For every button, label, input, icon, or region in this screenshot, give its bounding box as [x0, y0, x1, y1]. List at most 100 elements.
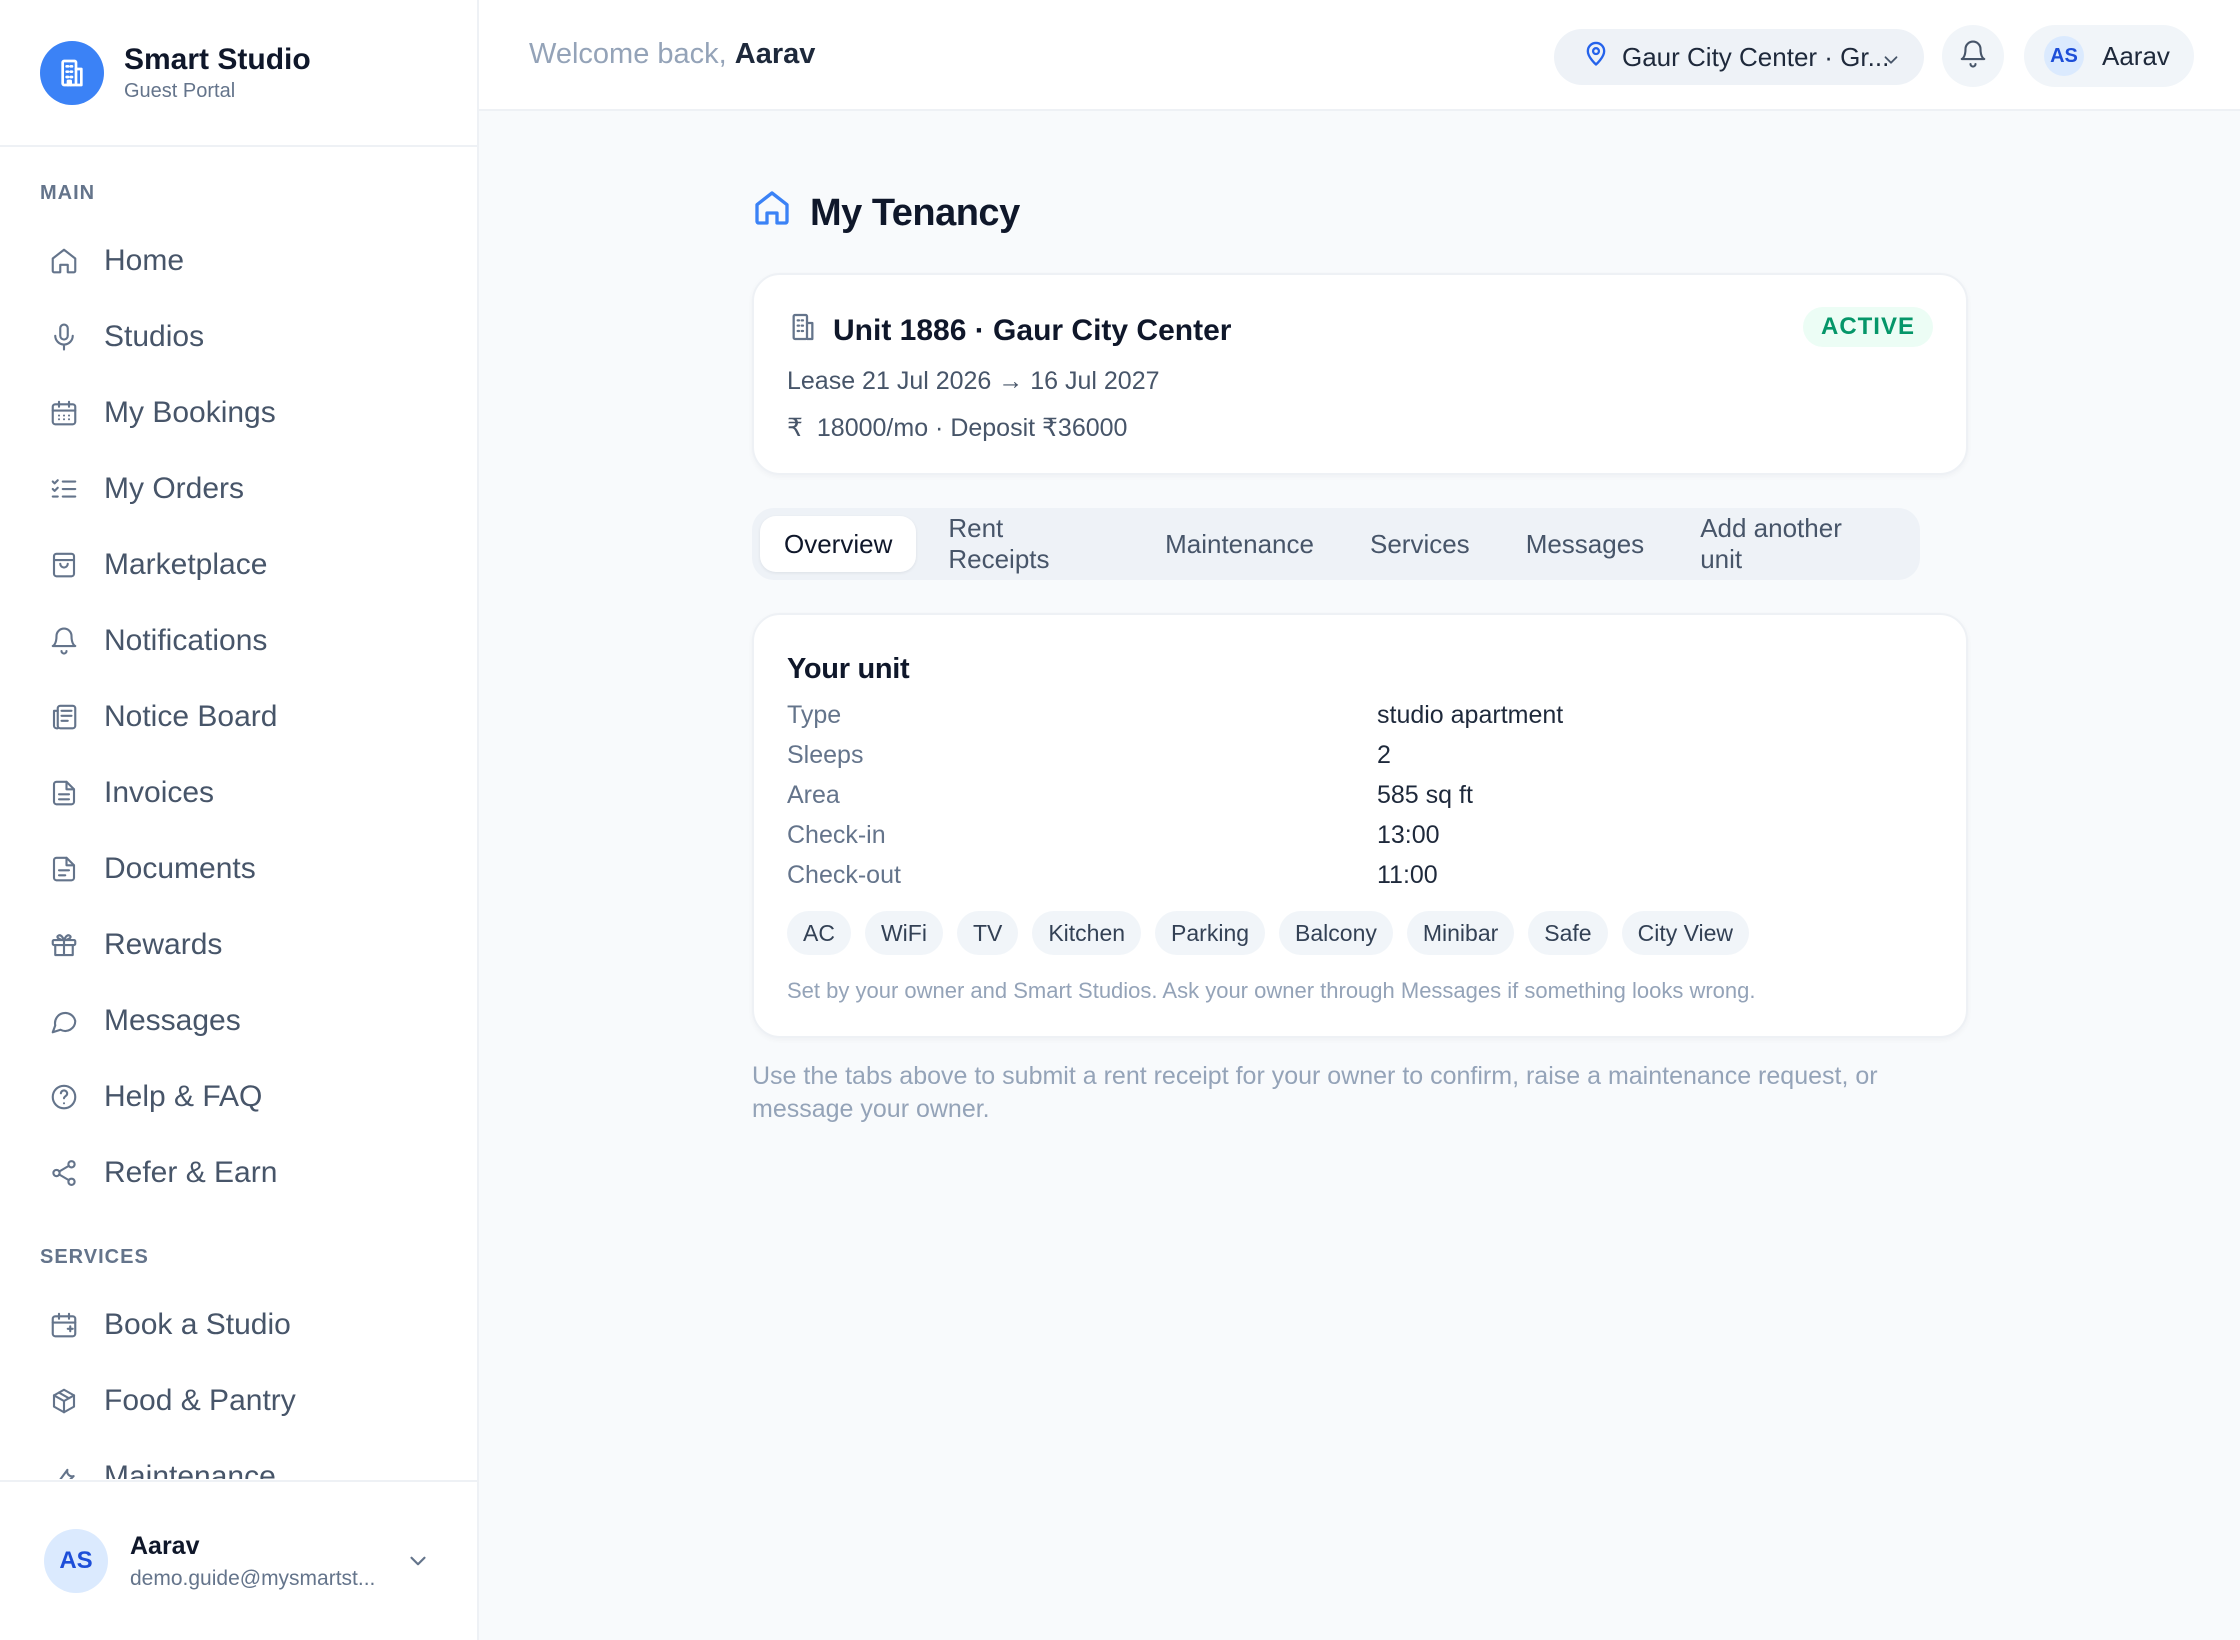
bell-icon — [1958, 39, 1988, 74]
sidebar-item-label: My Bookings — [104, 396, 276, 429]
section-label-services: SERVICES — [40, 1246, 149, 1268]
detail-row: Check-in 13:00 — [787, 821, 1937, 861]
sidebar-user-menu[interactable]: AS Aarav demo.guide@mysmartst... — [0, 1480, 477, 1640]
rent-deposit: 18000/mo · Deposit ₹36000 — [816, 414, 1128, 442]
amenity-chip: Kitchen — [1032, 911, 1142, 955]
sidebar-item-label: Invoices — [104, 776, 215, 809]
sidebar-item-label: Documents — [104, 852, 256, 885]
wrench-icon — [48, 1461, 80, 1479]
list-check-icon — [48, 473, 80, 505]
amenity-chip: Parking — [1155, 911, 1266, 955]
share-icon — [48, 1157, 80, 1189]
brand-title: Smart Studio — [124, 42, 311, 76]
user-email: demo.guide@mysmartst... — [130, 1566, 376, 1590]
notifications-button[interactable] — [1942, 25, 2004, 87]
tab-messages[interactable]: Messages — [1502, 516, 1669, 572]
tab-services[interactable]: Services — [1346, 516, 1494, 572]
user-name: Aarav — [2102, 40, 2170, 71]
detail-row: Sleeps 2 — [787, 741, 1937, 781]
amenity-chip: Safe — [1528, 911, 1608, 955]
amenity-chip: Minibar — [1406, 911, 1515, 955]
sidebar-item-label: Studios — [104, 320, 205, 353]
sidebar-item-home[interactable]: Home — [0, 223, 477, 299]
sidebar-item-notice-board[interactable]: Notice Board — [0, 679, 477, 755]
detail-row: Check-out 11:00 — [787, 861, 1937, 901]
sidebar-item-documents[interactable]: Documents — [0, 831, 477, 907]
amenity-chip: WiFi — [864, 911, 943, 955]
sidebar: Smart Studio Guest Portal MAIN Home Stud… — [0, 0, 479, 1640]
bell-icon — [48, 625, 80, 657]
help-text: Use the tabs above to submit a rent rece… — [752, 1062, 1878, 1123]
unit-summary-card: Unit 1886 · Gaur City Center ACTIVE Leas… — [752, 273, 1968, 475]
sidebar-item-book-a-studio[interactable]: Book a Studio — [0, 1287, 477, 1363]
sidebar-item-label: Refer & Earn — [104, 1156, 278, 1189]
sidebar-item-label: Rewards — [104, 928, 223, 961]
lease-dates: Lease 21 Jul 2026 → 16 Jul 2027 — [787, 367, 1160, 395]
tab-maintenance[interactable]: Maintenance — [1141, 516, 1338, 572]
location-selector[interactable]: Gaur City Center · Gr... — [1554, 29, 1924, 85]
help-circle-icon — [48, 1081, 80, 1113]
sidebar-nav[interactable]: MAIN Home Studios My Bookings My Orders … — [0, 149, 477, 1479]
sidebar-item-marketplace[interactable]: Marketplace — [0, 527, 477, 603]
map-pin-icon — [1582, 40, 1610, 75]
welcome-name: Aarav — [734, 38, 816, 70]
sidebar-item-my-bookings[interactable]: My Bookings — [0, 375, 477, 451]
sidebar-item-rewards[interactable]: Rewards — [0, 907, 477, 983]
sidebar-item-refer-earn[interactable]: Refer & Earn — [0, 1135, 477, 1211]
detail-key: Type — [787, 701, 842, 729]
message-circle-icon — [48, 1005, 80, 1037]
calendar-plus-icon — [48, 1309, 80, 1341]
welcome-prefix: Welcome back, — [529, 38, 727, 70]
sidebar-item-maintenance[interactable]: Maintenance — [0, 1439, 477, 1479]
shopping-bag-icon — [48, 549, 80, 581]
detail-key: Check-out — [787, 861, 901, 889]
brand[interactable]: Smart Studio Guest Portal — [0, 0, 477, 147]
calendar-icon — [48, 397, 80, 429]
newspaper-icon — [48, 701, 80, 733]
detail-key: Area — [787, 781, 840, 809]
sidebar-item-food-pantry[interactable]: Food & Pantry — [0, 1363, 477, 1439]
sidebar-item-label: Book a Studio — [104, 1308, 291, 1341]
sidebar-item-label: Help & FAQ — [104, 1080, 263, 1113]
sidebar-item-my-orders[interactable]: My Orders — [0, 451, 477, 527]
avatar: AS — [44, 1529, 108, 1593]
sidebar-item-label: Notifications — [104, 624, 268, 657]
detail-value: 13:00 — [1377, 821, 1440, 849]
avatar: AS — [2044, 36, 2084, 76]
sidebar-item-studios[interactable]: Studios — [0, 299, 477, 375]
file-text-icon — [48, 777, 80, 809]
detail-value: 11:00 — [1377, 861, 1438, 889]
tab-rent-receipts[interactable]: Rent Receipts — [924, 513, 1133, 574]
home-icon — [48, 245, 80, 277]
sidebar-item-label: Marketplace — [104, 548, 268, 581]
tab-overview[interactable]: Overview — [760, 516, 917, 572]
your-unit-card: Your unit Type studio apartment Sleeps 2… — [752, 613, 1968, 1038]
detail-key: Sleeps — [787, 741, 864, 769]
section-label-main: MAIN — [40, 182, 96, 204]
page-title-text: My Tenancy — [810, 191, 1020, 234]
document-icon — [48, 853, 80, 885]
location-label: Gaur City Center · Gr... — [1622, 41, 1890, 72]
building-logo-icon — [40, 40, 104, 105]
amenity-chip: City View — [1621, 911, 1750, 955]
unit-title: Unit 1886 · Gaur City Center — [833, 314, 1232, 347]
sidebar-item-label: Notice Board — [104, 700, 278, 733]
amenity-chip: Balcony — [1279, 911, 1393, 955]
sidebar-item-label: Maintenance — [104, 1460, 276, 1479]
sidebar-item-invoices[interactable]: Invoices — [0, 755, 477, 831]
topbar: Welcome back, Aarav Gaur City Center · G… — [479, 0, 2240, 111]
detail-value: 585 sq ft — [1377, 781, 1473, 809]
owner-note: Set by your owner and Smart Studios. Ask… — [787, 978, 1756, 1003]
status-badge: ACTIVE — [1802, 307, 1933, 347]
amenity-chip: AC — [787, 911, 851, 955]
detail-value: studio apartment — [1377, 701, 1564, 729]
sidebar-item-messages[interactable]: Messages — [0, 983, 477, 1059]
sidebar-item-notifications[interactable]: Notifications — [0, 603, 477, 679]
chevron-down-icon[interactable] — [405, 1548, 431, 1579]
tab-add-another-unit[interactable]: Add another unit — [1676, 513, 1912, 574]
amenities-list: AC WiFi TV Kitchen Parking Balcony Minib… — [787, 911, 1763, 955]
sidebar-item-help-faq[interactable]: Help & FAQ — [0, 1059, 477, 1135]
sidebar-item-label: Messages — [104, 1004, 241, 1037]
user-menu-button[interactable]: AS Aarav — [2024, 25, 2194, 87]
detail-value: 2 — [1377, 741, 1391, 769]
